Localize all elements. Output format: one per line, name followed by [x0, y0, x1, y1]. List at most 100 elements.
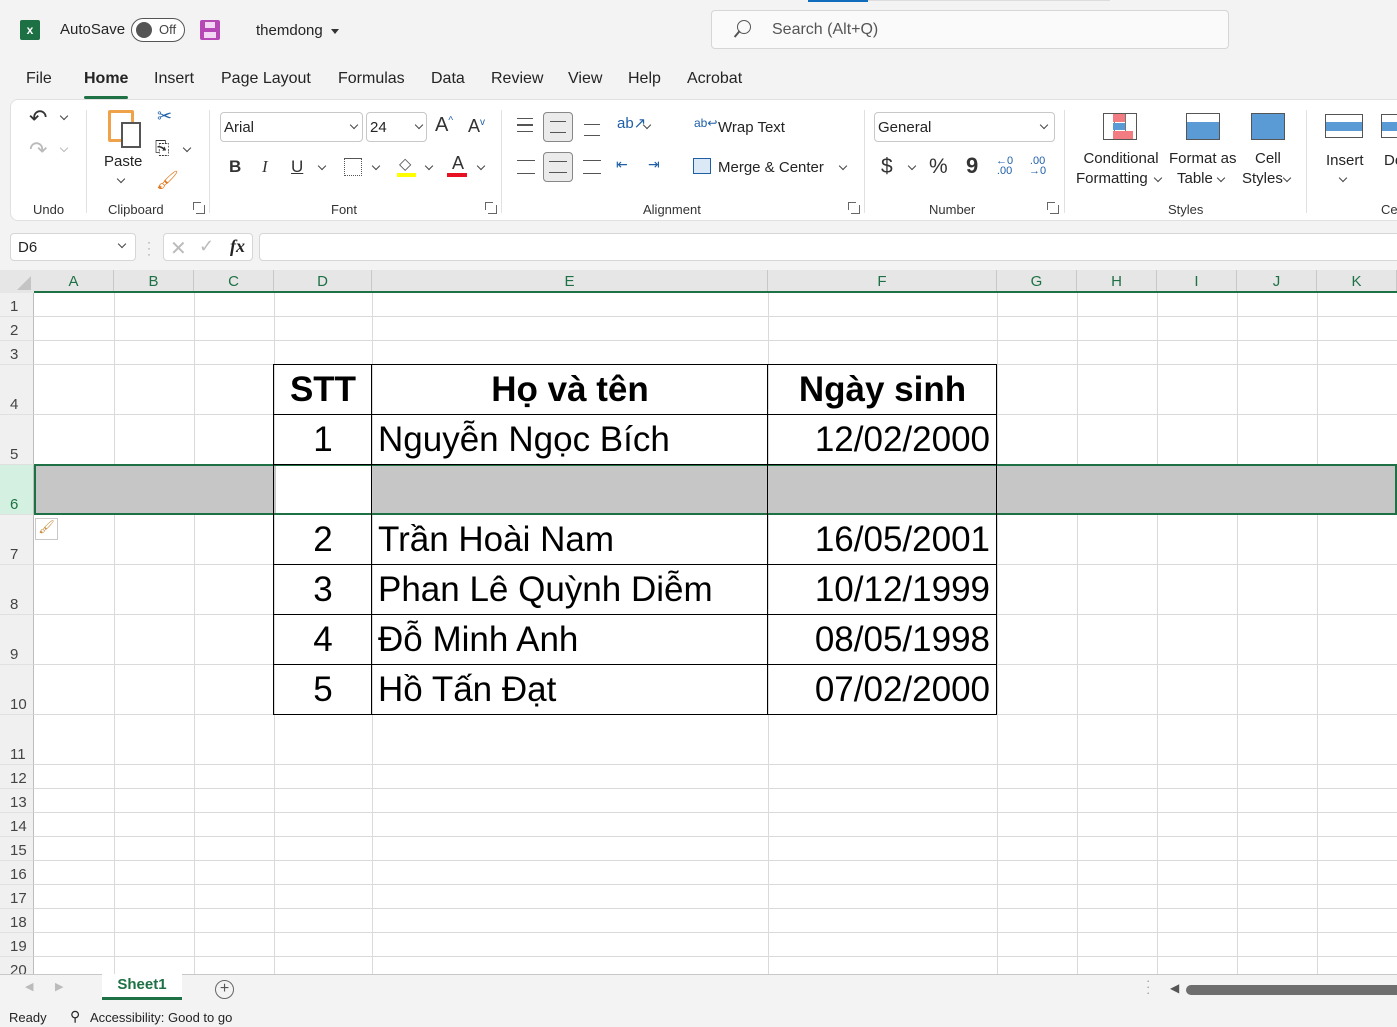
- row-header-1[interactable]: 1: [0, 293, 34, 317]
- scroll-sheets-left-icon[interactable]: ◀: [25, 980, 33, 993]
- row-header-20[interactable]: 20: [0, 957, 34, 974]
- row-header-2[interactable]: 2: [0, 317, 34, 341]
- formula-bar-grip-icon[interactable]: · · ·: [147, 236, 151, 260]
- increase-font-icon[interactable]: A^: [435, 114, 453, 137]
- table-cell-dob[interactable]: 07/02/2000: [768, 666, 990, 714]
- delete-button[interactable]: Del: [1384, 152, 1397, 169]
- tab-data[interactable]: Data: [431, 70, 465, 88]
- header-stt[interactable]: STT: [274, 366, 372, 414]
- align-top-icon[interactable]: [517, 118, 533, 132]
- undo-chevron-icon[interactable]: [59, 111, 69, 121]
- spreadsheet-grid[interactable]: ABCDEFGHIJK 1 2 3 4 5 6 7 8 9 10 11 12 13 14 15 16 17 18 1…: [0, 270, 1397, 974]
- table-cell-name[interactable]: Đỗ Minh Anh: [378, 616, 768, 664]
- enter-icon[interactable]: ✓: [199, 236, 214, 257]
- name-box[interactable]: D6: [10, 233, 136, 261]
- row-header-14[interactable]: 14: [0, 813, 34, 837]
- save-icon[interactable]: [200, 20, 220, 40]
- font-launcher-icon[interactable]: [485, 202, 497, 214]
- table-cell-dob[interactable]: 08/05/1998: [768, 616, 990, 664]
- row-header-13[interactable]: 13: [0, 789, 34, 813]
- cell-styles-line2[interactable]: Styles: [1242, 170, 1283, 187]
- tab-help[interactable]: Help: [628, 70, 661, 88]
- align-bottom-icon[interactable]: [584, 124, 600, 136]
- header-name[interactable]: Họ và tên: [372, 366, 768, 414]
- column-header-h[interactable]: H: [1077, 270, 1157, 293]
- cut-icon[interactable]: ✂: [157, 106, 172, 127]
- cancel-icon[interactable]: ✕: [170, 236, 187, 261]
- tab-file[interactable]: File: [26, 70, 52, 88]
- fill-color-icon[interactable]: ◇: [399, 154, 411, 174]
- decrease-font-icon[interactable]: Av: [468, 116, 485, 137]
- tab-acrobat[interactable]: Acrobat: [687, 70, 742, 88]
- align-right-icon[interactable]: [583, 160, 601, 174]
- conditional-formatting-line2[interactable]: Formatting: [1076, 170, 1148, 187]
- search-box[interactable]: Search (Alt+Q): [711, 10, 1229, 49]
- row-header-3[interactable]: 3: [0, 341, 34, 365]
- merge-center-button[interactable]: Merge & Center: [718, 159, 824, 176]
- row-header-12[interactable]: 12: [0, 765, 34, 789]
- insert-function-button[interactable]: fx: [230, 236, 245, 257]
- row-header-6[interactable]: 6: [0, 465, 34, 515]
- table-cell-name[interactable]: Trần Hoài Nam: [378, 516, 768, 564]
- fill-color-chevron-icon[interactable]: [424, 161, 434, 171]
- scroll-left-icon[interactable]: ◀: [1170, 981, 1179, 995]
- paste-chevron-icon[interactable]: [116, 174, 126, 184]
- bold-button[interactable]: B: [229, 157, 241, 177]
- comma-button[interactable]: 9: [966, 153, 978, 179]
- table-cell-dob[interactable]: 16/05/2001: [768, 516, 990, 564]
- add-sheet-button[interactable]: +: [215, 980, 234, 999]
- row-header-18[interactable]: 18: [0, 909, 34, 933]
- row-header-16[interactable]: 16: [0, 861, 34, 885]
- borders-icon[interactable]: [344, 158, 362, 176]
- column-header-j[interactable]: J: [1237, 270, 1317, 293]
- row-header-4[interactable]: 4: [0, 365, 34, 415]
- copy-chevron-icon[interactable]: [182, 143, 192, 153]
- active-cell-d6[interactable]: [276, 466, 372, 513]
- column-header-g[interactable]: G: [997, 270, 1077, 293]
- tab-insert[interactable]: Insert: [154, 70, 194, 88]
- undo-icon[interactable]: ↶: [29, 105, 47, 131]
- copy-icon[interactable]: ⎘: [155, 138, 169, 159]
- column-header-k[interactable]: K: [1317, 270, 1397, 293]
- tab-view[interactable]: View: [568, 70, 602, 88]
- autosave-toggle[interactable]: Off: [131, 18, 185, 42]
- clipboard-launcher-icon[interactable]: [193, 202, 205, 214]
- insert-options-icon[interactable]: 🖌: [35, 518, 58, 540]
- increase-decimal-icon[interactable]: ←0.00: [996, 156, 1013, 177]
- table-cell-stt[interactable]: 1: [274, 416, 372, 464]
- format-as-table-line2[interactable]: Table: [1177, 170, 1213, 187]
- row-header-8[interactable]: 8: [0, 565, 34, 615]
- tab-formulas[interactable]: Formulas: [338, 70, 405, 88]
- insert-button[interactable]: Insert: [1326, 152, 1364, 169]
- decrease-decimal-icon[interactable]: .00 →0: [1029, 156, 1046, 177]
- table-cell-dob[interactable]: 10/12/1999: [768, 566, 990, 614]
- header-dob[interactable]: Ngày sinh: [768, 366, 997, 414]
- font-color-icon[interactable]: A: [452, 153, 464, 174]
- row-header-7[interactable]: 7: [0, 515, 34, 565]
- accessibility-status[interactable]: Accessibility: Good to go: [90, 1010, 232, 1025]
- redo-icon[interactable]: ↷: [29, 137, 47, 163]
- table-cell-name[interactable]: Phan Lê Quỳnh Diễm: [378, 566, 768, 614]
- cell-styles-chevron-icon[interactable]: [1282, 173, 1292, 183]
- align-center-button[interactable]: [543, 152, 573, 182]
- conditional-formatting-chevron-icon[interactable]: [1153, 173, 1163, 183]
- format-as-table-line1[interactable]: Format as: [1169, 150, 1237, 167]
- table-cell-dob[interactable]: 12/02/2000: [768, 416, 990, 464]
- currency-chevron-icon[interactable]: [907, 161, 917, 171]
- format-painter-icon[interactable]: 🖌: [156, 170, 179, 191]
- scroll-sheets-right-icon[interactable]: ▶: [55, 980, 63, 993]
- number-format-dropdown[interactable]: General: [874, 112, 1055, 142]
- font-color-chevron-icon[interactable]: [476, 161, 486, 171]
- percent-button[interactable]: %: [929, 155, 948, 179]
- alignment-launcher-icon[interactable]: [848, 202, 860, 214]
- row-header-11[interactable]: 11: [0, 715, 34, 765]
- format-as-table-chevron-icon[interactable]: [1216, 173, 1226, 183]
- sheet-tab-sheet1[interactable]: Sheet1: [102, 974, 182, 1000]
- orientation-icon[interactable]: ab↗: [617, 114, 646, 132]
- italic-button[interactable]: I: [262, 157, 268, 177]
- row-header-9[interactable]: 9: [0, 615, 34, 665]
- scrollbar-splitter-icon[interactable]: · · ·: [1146, 974, 1150, 999]
- underline-chevron-icon[interactable]: [317, 161, 327, 171]
- decrease-indent-icon[interactable]: ⇤: [616, 156, 628, 173]
- column-header-b[interactable]: B: [114, 270, 194, 293]
